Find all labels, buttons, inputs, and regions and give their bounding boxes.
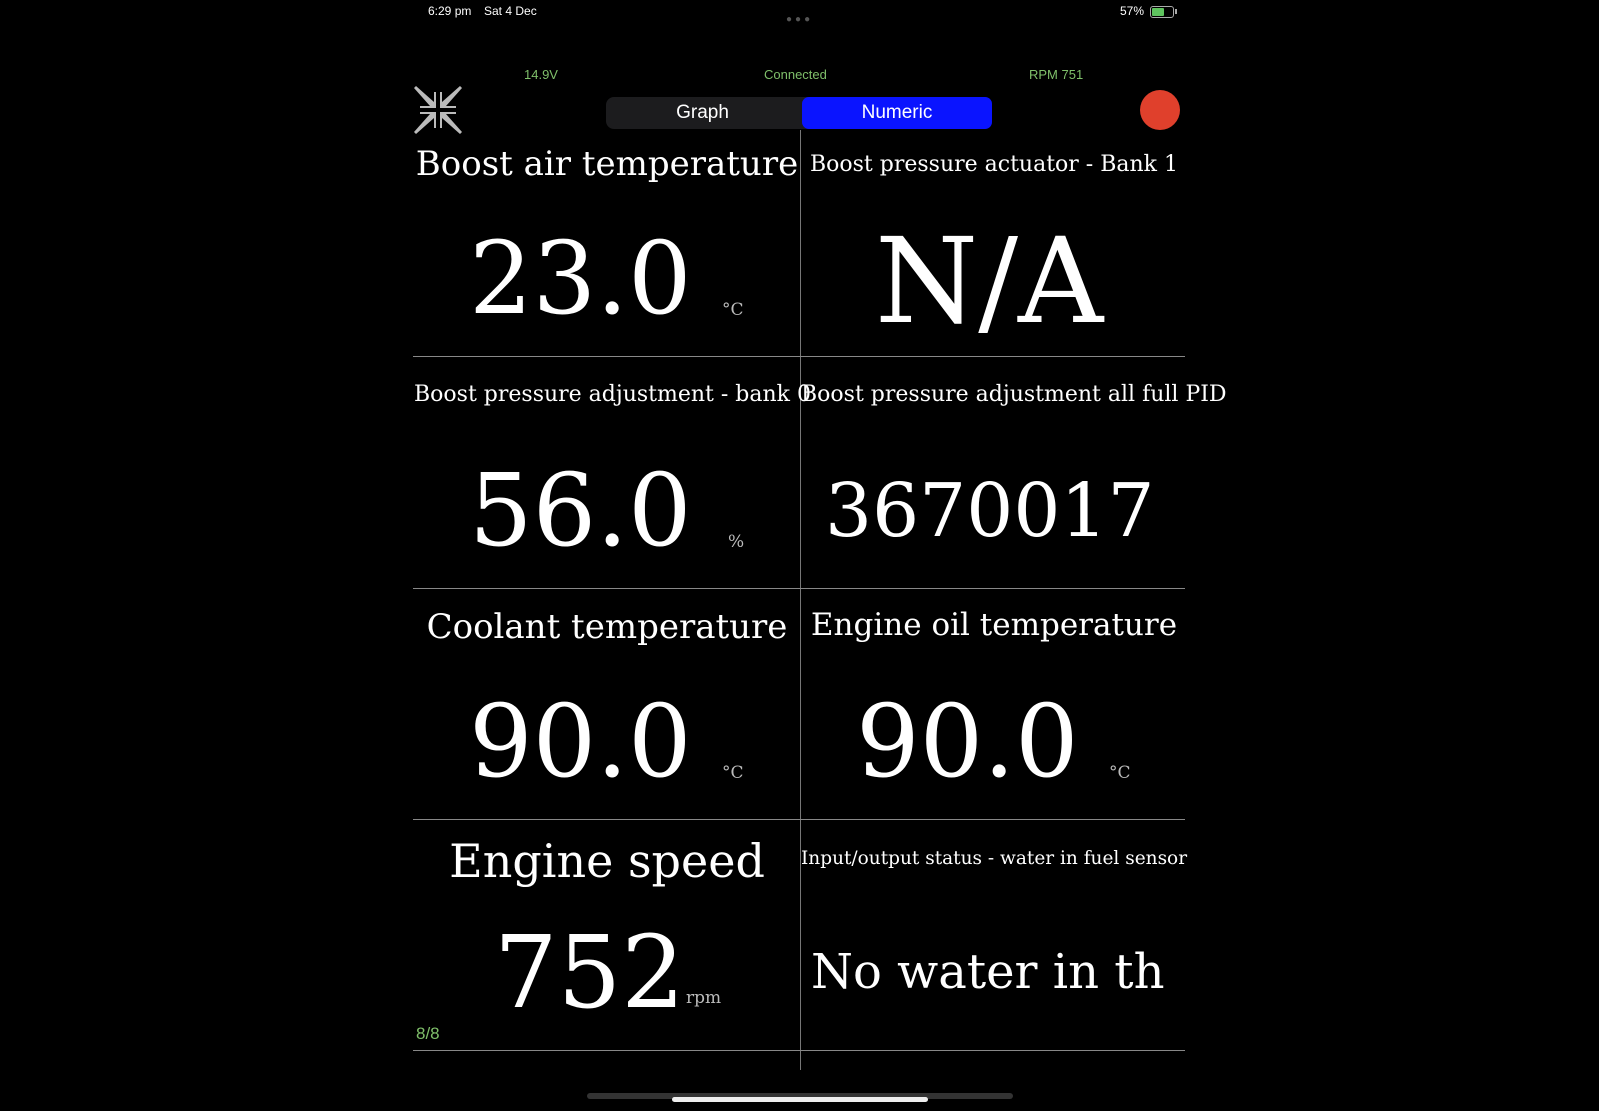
gauge-title: Boost pressure adjustment all full PID	[801, 382, 1227, 407]
gauge-title: Boost pressure adjustment - bank 0	[414, 382, 811, 407]
gauge-value: 90.0	[856, 683, 1079, 800]
gauge-value: N/A	[875, 212, 1104, 350]
voltage-readout: 14.9V	[524, 67, 558, 82]
gauge-title: Boost air temperature	[415, 144, 799, 184]
gauge-cell[interactable]: Boost pressure adjustment - bank 0 56.0 …	[414, 372, 811, 602]
gauge-title: Boost pressure actuator - Bank 1	[809, 152, 1179, 177]
gauge-cell[interactable]: Boost pressure adjustment all full PID 3…	[801, 372, 1227, 602]
gauge-cell[interactable]: Engine speed 752 rpm	[414, 834, 800, 1064]
collapse-arrows-icon[interactable]	[412, 84, 464, 136]
gauge-value: 90.0	[469, 683, 692, 800]
gauge-value: 23.0	[469, 220, 692, 337]
multitask-dots-icon[interactable]: ●●●	[786, 14, 813, 25]
tab-graph[interactable]: Graph	[606, 97, 799, 129]
gauge-cell[interactable]: Boost pressure actuator - Bank 1 N/A	[801, 140, 1187, 370]
gauge-title: Input/output status - water in fuel sens…	[801, 848, 1188, 869]
gauge-value: 752	[494, 914, 685, 1031]
rpm-readout: RPM 751	[1029, 67, 1084, 82]
gauge-unit: °C	[722, 763, 744, 783]
battery-percentage: 57%	[1120, 4, 1145, 18]
status-time: 6:29 pm	[428, 4, 472, 18]
battery-tip	[1175, 9, 1177, 14]
gauge-cell[interactable]: Input/output status - water in fuel sens…	[801, 834, 1187, 1064]
gauge-title: Coolant temperature	[426, 607, 788, 647]
view-mode-segmented-control: Graph Numeric	[606, 97, 992, 129]
battery-icon	[1150, 6, 1174, 18]
gauge-value: 56.0	[469, 452, 692, 569]
gauge-unit: °C	[1109, 763, 1131, 783]
gauge-unit: %	[728, 532, 745, 552]
home-indicator[interactable]	[672, 1097, 928, 1102]
page-indicator: 8/8	[416, 1024, 440, 1043]
gauge-value: 3670017	[825, 468, 1155, 554]
gauge-unit: rpm	[686, 988, 722, 1008]
gauge-cell[interactable]: Coolant temperature 90.0 °C	[414, 603, 800, 833]
record-button[interactable]	[1140, 90, 1180, 130]
gauge-title: Engine oil temperature	[810, 607, 1178, 643]
connection-status: Connected	[764, 67, 827, 82]
gauge-cell[interactable]: Boost air temperature 23.0 °C	[414, 140, 800, 370]
gauge-cell[interactable]: Engine oil temperature 90.0 °C	[801, 603, 1187, 833]
gauge-title: Engine speed	[449, 834, 765, 888]
tab-numeric[interactable]: Numeric	[802, 97, 992, 129]
gauge-value: No water in th	[811, 944, 1165, 1000]
status-date: Sat 4 Dec	[484, 4, 537, 18]
gauge-unit: °C	[722, 300, 744, 320]
